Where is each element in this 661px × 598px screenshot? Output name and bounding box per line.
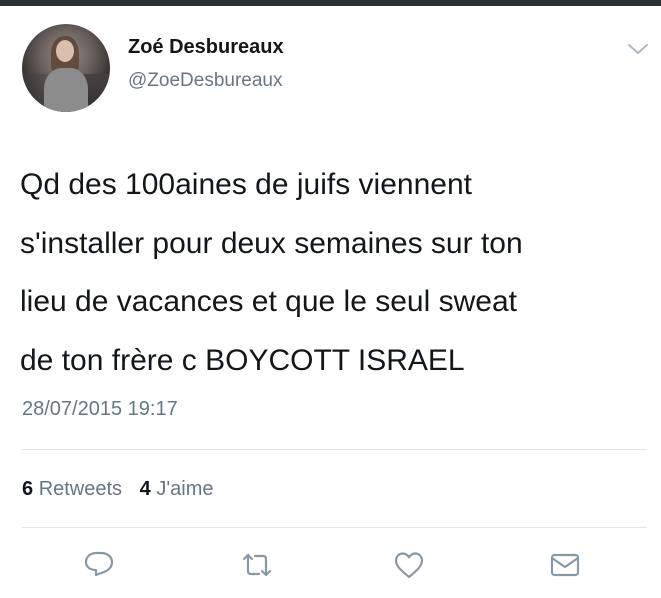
- author-name[interactable]: Zoé Desbureaux: [128, 36, 284, 59]
- tweet-timestamp[interactable]: 28/07/2015 19:17: [22, 398, 178, 421]
- tweet-line: s'installer pour deux semaines sur ton: [20, 226, 523, 260]
- tweet-stats: 6 Retweets 4 J'aime: [22, 478, 213, 501]
- tweet-line: Qd des 100aines de juifs viennent: [20, 168, 472, 201]
- retweet-icon[interactable]: [240, 548, 274, 582]
- retweet-count[interactable]: 6: [22, 478, 33, 500]
- tweet-line: de ton frère c BOYCOTT ISRAEL: [20, 343, 465, 377]
- avatar[interactable]: [22, 24, 110, 112]
- tweet-text: Qd des 100aines de juifs viennent s'inst…: [20, 156, 650, 390]
- author-handle[interactable]: @ZoeDesbureaux: [128, 70, 282, 92]
- chevron-down-icon[interactable]: [627, 42, 649, 56]
- tweet-line: lieu de vacances et que le seul sweat: [20, 285, 517, 318]
- top-bar: [0, 0, 661, 6]
- envelope-icon[interactable]: [548, 548, 582, 582]
- reply-icon[interactable]: [82, 548, 116, 582]
- like-label[interactable]: J'aime: [156, 478, 213, 500]
- retweet-label[interactable]: Retweets: [39, 478, 122, 500]
- divider: [22, 449, 647, 450]
- like-count[interactable]: 4: [140, 478, 151, 500]
- divider: [22, 527, 647, 528]
- heart-icon[interactable]: [392, 548, 426, 582]
